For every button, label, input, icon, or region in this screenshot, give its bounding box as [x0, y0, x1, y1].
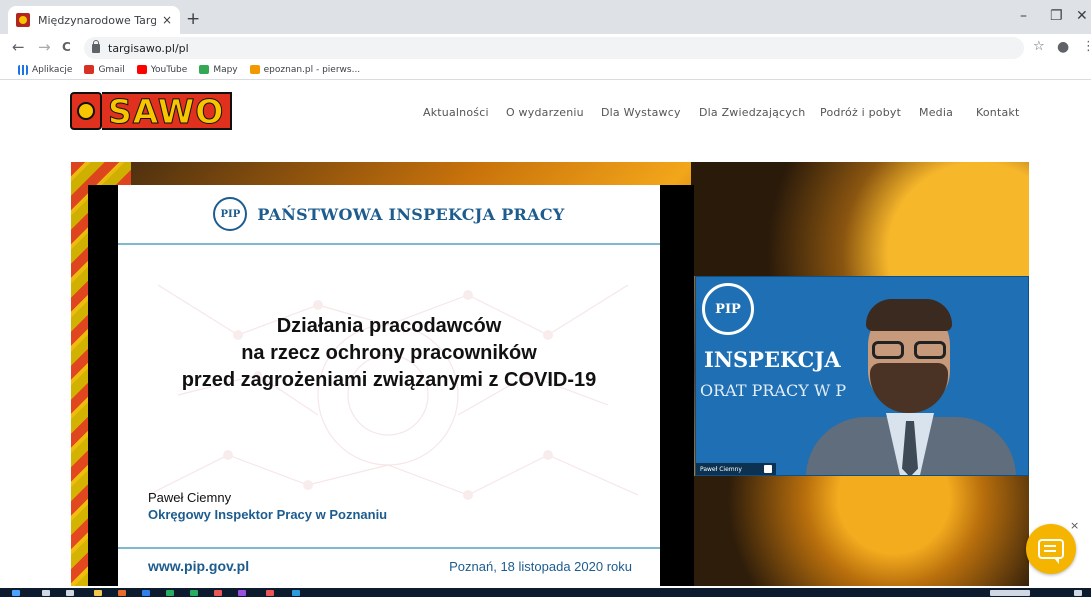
epoznan-icon: [249, 65, 260, 74]
forward-button[interactable]: →: [38, 38, 51, 56]
hero-banner: PIP PAŃSTWOWA INSPEKCJA PRACY Działania …: [71, 162, 1029, 586]
participant-icon: [763, 465, 772, 473]
browser-menu-icon[interactable]: ⋮: [1082, 39, 1091, 54]
new-tab-button[interactable]: +: [186, 9, 200, 29]
organization-name: PAŃSTWOWA INSPEKCJA PRACY: [257, 204, 565, 224]
lock-icon: [92, 39, 100, 53]
slide-title-line: na rzecz ochrony pracowników: [241, 342, 537, 364]
reload-button[interactable]: C: [62, 38, 71, 56]
footer-url: www.pip.gov.pl: [148, 558, 250, 574]
participant-name: Paweł Ciemny: [700, 465, 742, 473]
speaker-portrait: [806, 297, 1016, 475]
youtube-icon: [136, 65, 147, 74]
hero-helmet-image-bottom: [691, 476, 1029, 586]
footer-date: Poznań, 18 listopada 2020 roku: [449, 559, 632, 574]
participant-label: Paweł Ciemny: [696, 463, 776, 475]
bookmark-star-icon[interactable]: ☆: [1033, 39, 1045, 54]
bookmark-epoznan[interactable]: epoznan.pl - pierws...: [249, 64, 361, 75]
chat-close-icon[interactable]: ×: [1070, 519, 1079, 532]
slide-title: Działania pracodawców na rzecz ochrony p…: [118, 313, 660, 394]
bookmark-gmail[interactable]: Gmail: [84, 64, 125, 75]
chrome-icon[interactable]: [214, 590, 222, 596]
site-header: SAWO Aktualności O wydarzeniu Dla Wystaw…: [0, 81, 1091, 147]
main-menu: Aktualności O wydarzeniu Dla Wystawcy Dl…: [0, 106, 1091, 122]
presenter-role: Okręgowy Inspektor Pracy w Poznaniu: [148, 507, 388, 522]
bookmark-label: Gmail: [98, 64, 125, 75]
menu-item-media[interactable]: Media: [919, 106, 953, 119]
app-icon[interactable]: [238, 590, 246, 596]
menu-item-dla-wystawcy[interactable]: Dla Wystawcy: [601, 106, 681, 119]
gmail-icon: [84, 65, 95, 74]
menu-item-aktualnosci[interactable]: Aktualności: [423, 106, 489, 119]
menu-item-dla-zwiedzajacych[interactable]: Dla Zwiedzających: [699, 106, 805, 119]
bookmark-aplikacje[interactable]: Aplikacje: [18, 64, 73, 75]
menu-item-kontakt[interactable]: Kontakt: [976, 106, 1020, 119]
maps-icon: [199, 65, 210, 74]
bookmark-mapy[interactable]: Mapy: [199, 64, 238, 75]
menu-item-podroz-i-pobyt[interactable]: Podróż i pobyt: [820, 106, 901, 119]
back-button[interactable]: ←: [12, 38, 25, 56]
apps-grid-icon: [18, 64, 28, 75]
presentation-slide: PIP PAŃSTWOWA INSPEKCJA PRACY Działania …: [118, 185, 660, 586]
tab-close-icon[interactable]: ×: [162, 13, 172, 27]
bookmark-label: YouTube: [150, 64, 188, 75]
bookmark-youtube[interactable]: YouTube: [136, 64, 188, 75]
slide-header: PIP PAŃSTWOWA INSPEKCJA PRACY: [118, 185, 660, 245]
pip-logo-icon: PIP: [213, 197, 248, 231]
restore-button[interactable]: ❐: [1050, 8, 1063, 24]
search-icon[interactable]: [42, 590, 50, 596]
window-close-button[interactable]: ✕: [1076, 8, 1088, 24]
url-text: targisawo.pl/pl: [108, 41, 189, 55]
app-icon[interactable]: [118, 590, 126, 596]
address-row: ← → C targisawo.pl/pl ☆ ● ⋮: [0, 34, 1091, 60]
address-bar[interactable]: targisawo.pl/pl: [84, 37, 1024, 59]
bookmark-label: epoznan.pl - pierws...: [263, 64, 361, 75]
app-icon[interactable]: [142, 590, 150, 596]
notifications-icon[interactable]: [1074, 590, 1082, 596]
tab-title: Międzynarodowe Targi SAWO: [38, 13, 156, 27]
browser-tab[interactable]: Międzynarodowe Targi SAWO ×: [8, 6, 180, 34]
chat-button[interactable]: [1026, 524, 1076, 574]
presenter-name: Paweł Ciemny: [148, 490, 232, 505]
file-explorer-icon[interactable]: [94, 590, 102, 596]
menu-item-o-wydarzeniu[interactable]: O wydarzeniu: [506, 106, 584, 119]
app-icon[interactable]: [266, 590, 274, 596]
browser-tabbar: Międzynarodowe Targi SAWO × + – ❐ ✕: [0, 0, 1091, 34]
slide-title-line: Działania pracodawców: [276, 315, 502, 337]
bookmark-label: Mapy: [213, 64, 238, 75]
chat-bubble-icon: [1038, 539, 1064, 564]
sawo-favicon-icon: [16, 13, 30, 27]
slide-title-line: przed zagrożeniami związanymi z COVID-19: [181, 369, 597, 391]
hero-helmet-image-top: [691, 162, 1029, 276]
presentation-player[interactable]: PIP PAŃSTWOWA INSPEKCJA PRACY Działania …: [88, 185, 694, 586]
bookmarks-bar: Aplikacje Gmail YouTube Mapy epoznan.pl …: [0, 60, 1091, 80]
slide-footer: www.pip.gov.pl Poznań, 18 listopada 2020…: [118, 547, 660, 586]
start-icon[interactable]: [12, 590, 20, 596]
pip-backdrop-logo-icon: PIP: [702, 283, 754, 335]
speaker-video[interactable]: PIP INSPEKCJA ORAT PRACY W P Paweł Ciemn…: [695, 276, 1029, 476]
bookmark-label: Aplikacje: [32, 64, 73, 75]
system-tray[interactable]: [990, 590, 1030, 596]
profile-avatar-icon[interactable]: ●: [1057, 39, 1069, 55]
app-icon[interactable]: [292, 590, 300, 596]
windows-taskbar: [0, 588, 1091, 597]
app-icon[interactable]: [166, 590, 174, 596]
task-view-icon[interactable]: [66, 590, 74, 596]
minimize-button[interactable]: –: [1020, 8, 1027, 24]
app-icon[interactable]: [190, 590, 198, 596]
